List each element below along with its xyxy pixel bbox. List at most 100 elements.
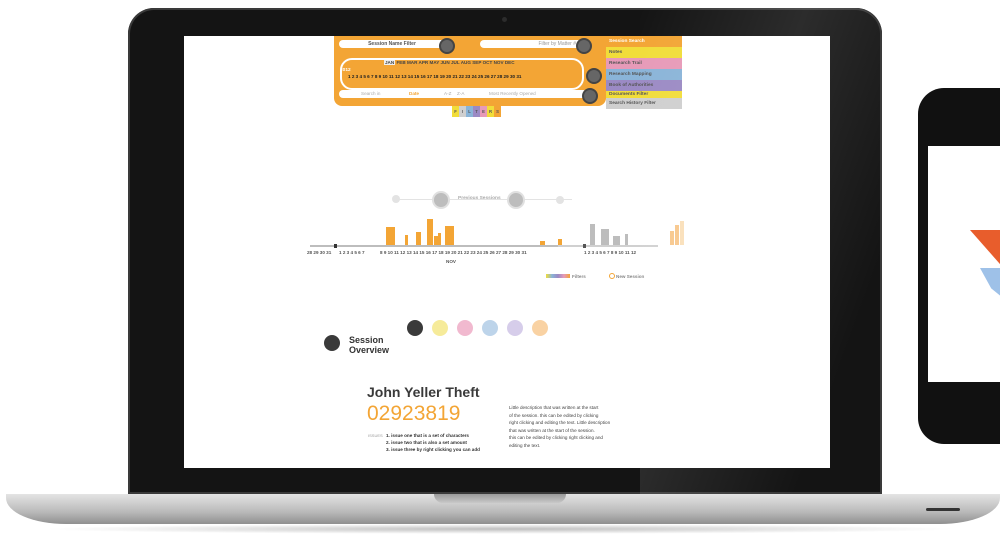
description-line: right clicking and editing the text. Lit… bbox=[509, 420, 611, 426]
month-jan[interactable]: JAN bbox=[384, 60, 396, 65]
chart-bar[interactable] bbox=[613, 236, 620, 245]
axis-days-prev: 28 29 30 31 bbox=[307, 250, 332, 255]
filters-chip-l[interactable]: L bbox=[466, 106, 473, 117]
description-line: Little description that was written at t… bbox=[509, 405, 599, 410]
sort-go-button[interactable] bbox=[582, 88, 598, 104]
sort-most-recent[interactable]: Most Recently Opened bbox=[489, 90, 536, 98]
app-screen: Session Name Filter Filter by Matter # 2… bbox=[184, 36, 830, 468]
session-overview-title: Session Overview bbox=[349, 335, 390, 355]
prev-sessions-left-handle[interactable] bbox=[432, 191, 450, 209]
filters-chip-e[interactable]: E bbox=[480, 106, 487, 117]
chart-bar[interactable] bbox=[427, 219, 433, 245]
chart-bar[interactable] bbox=[675, 225, 679, 245]
filters-chip-f[interactable]: F bbox=[452, 106, 459, 117]
prev-sessions-right-handle[interactable] bbox=[507, 191, 525, 209]
timeline-axis-right bbox=[558, 245, 658, 247]
session-overview-icon bbox=[324, 335, 340, 351]
chart-bar[interactable] bbox=[680, 221, 684, 245]
tab-search-history-filter[interactable]: Search History Filter bbox=[606, 98, 682, 109]
month-feb[interactable]: FEB bbox=[396, 60, 405, 65]
description-line: of the session. this can be edited by cl… bbox=[509, 412, 599, 418]
month-nov[interactable]: NOV bbox=[494, 60, 504, 65]
issue-item[interactable]: 3. issue three by right clicking you can… bbox=[386, 446, 480, 453]
tab-book-of-authorities[interactable]: Book of Authorities bbox=[606, 80, 682, 91]
session-bar-chart bbox=[310, 219, 684, 248]
sort-z-a[interactable]: Z-A bbox=[457, 90, 464, 98]
tab-research-mapping[interactable]: Research Mapping bbox=[606, 69, 682, 80]
session-number[interactable]: 02923819 bbox=[367, 402, 460, 426]
month-mar[interactable]: MAR bbox=[407, 60, 417, 65]
session-name[interactable]: John Yeller Theft bbox=[367, 384, 480, 400]
filters-legend-swatch bbox=[546, 274, 570, 278]
session-name-search-button[interactable] bbox=[439, 38, 455, 54]
filters-chip-r[interactable]: R bbox=[487, 106, 494, 117]
chart-bar[interactable] bbox=[601, 229, 609, 245]
timeline-axis-left bbox=[310, 245, 558, 247]
issues-list: 1. issue one that is a set of characters… bbox=[386, 432, 480, 454]
chart-bar[interactable] bbox=[386, 227, 395, 245]
matter-search-button[interactable] bbox=[576, 38, 592, 54]
chart-bar[interactable] bbox=[670, 231, 674, 245]
laptop-shadow bbox=[40, 524, 960, 534]
month-may[interactable]: MAY bbox=[430, 60, 440, 65]
chart-bar[interactable] bbox=[445, 226, 454, 245]
session-name-filter-label: Session Name Filter bbox=[368, 41, 416, 47]
description-line: this can be edited by clicking right cli… bbox=[509, 435, 603, 441]
laptop-notch bbox=[434, 494, 566, 503]
overview-view-icon[interactable] bbox=[407, 320, 423, 336]
month-oct[interactable]: OCT bbox=[483, 60, 493, 65]
chart-bar[interactable] bbox=[434, 236, 438, 245]
axis-month-label: NOV bbox=[446, 259, 456, 264]
tab-notes[interactable]: Notes bbox=[606, 47, 682, 58]
axis-days-next: 1 2 3 4 5 6 7 8 9 10 11 12 bbox=[584, 250, 637, 255]
day-list[interactable]: 1 2 3 4 5 6 7 8 9 10 11 12 13 14 15 16 1… bbox=[348, 74, 521, 79]
month-aug[interactable]: AUG bbox=[461, 60, 471, 65]
previous-sessions-label: Previous Sessions bbox=[458, 196, 501, 201]
timeline-axis-marker bbox=[583, 244, 586, 248]
prev-sessions-left-end bbox=[392, 195, 400, 203]
description-line: editing the text. bbox=[509, 442, 541, 448]
issue-item[interactable]: 2. issue two that is also a set amount bbox=[386, 439, 480, 446]
month-sep[interactable]: SEP bbox=[472, 60, 481, 65]
description-line: that was written at the start of the ses… bbox=[509, 427, 595, 433]
prev-sessions-right-end bbox=[556, 196, 564, 204]
mapping-view-icon[interactable] bbox=[482, 320, 498, 336]
chart-bar[interactable] bbox=[540, 241, 545, 245]
issue-item[interactable]: 1. issue one that is a set of characters bbox=[386, 432, 480, 439]
date-search-button[interactable] bbox=[586, 68, 602, 84]
month-dec[interactable]: DEC bbox=[505, 60, 515, 65]
chart-bar[interactable] bbox=[405, 235, 408, 245]
timeline-axis-marker bbox=[334, 244, 337, 248]
sort-search-in[interactable]: Search in bbox=[361, 90, 380, 98]
filters-chip-t[interactable]: T bbox=[473, 106, 480, 117]
filters-chip-i[interactable]: I bbox=[459, 106, 466, 117]
filters-legend-label: Filters bbox=[572, 274, 586, 279]
month-apr[interactable]: APR bbox=[419, 60, 429, 65]
authorities-view-icon[interactable] bbox=[507, 320, 523, 336]
session-description[interactable]: Little description that was written at t… bbox=[509, 404, 629, 450]
issues-label: ISSUES bbox=[368, 433, 383, 438]
chart-bar[interactable] bbox=[625, 234, 628, 245]
chart-bar[interactable] bbox=[558, 239, 562, 245]
matter-filter-label: Filter by Matter # bbox=[538, 41, 576, 47]
month-jul[interactable]: JUL bbox=[451, 60, 460, 65]
trail-view-icon[interactable] bbox=[457, 320, 473, 336]
matter-filter-input[interactable]: Filter by Matter # bbox=[480, 40, 582, 48]
chart-bar[interactable] bbox=[416, 232, 421, 245]
new-session-icon bbox=[609, 273, 615, 279]
sort-date[interactable]: Date bbox=[409, 90, 419, 98]
tab-documents-filter[interactable]: Documents Filter bbox=[606, 91, 682, 98]
month-jun[interactable]: JUN bbox=[441, 60, 450, 65]
tab-session-search[interactable]: Session Search bbox=[606, 36, 682, 47]
notes-view-icon[interactable] bbox=[432, 320, 448, 336]
new-session-legend-label[interactable]: New Session bbox=[616, 274, 644, 279]
session-name-filter[interactable]: Session Name Filter bbox=[339, 40, 445, 48]
chart-bar[interactable] bbox=[590, 224, 595, 245]
month-list: JAN FEB MAR APR MAY JUN JUL AUG SEP OCT … bbox=[384, 60, 515, 65]
history-view-icon[interactable] bbox=[532, 320, 548, 336]
tab-research-trail[interactable]: Research Trail bbox=[606, 58, 682, 69]
sort-a-z[interactable]: A-Z bbox=[444, 90, 451, 98]
laptop-indicator bbox=[926, 508, 960, 511]
chart-bar[interactable] bbox=[438, 233, 441, 245]
filters-chip-s[interactable]: S bbox=[494, 106, 501, 117]
